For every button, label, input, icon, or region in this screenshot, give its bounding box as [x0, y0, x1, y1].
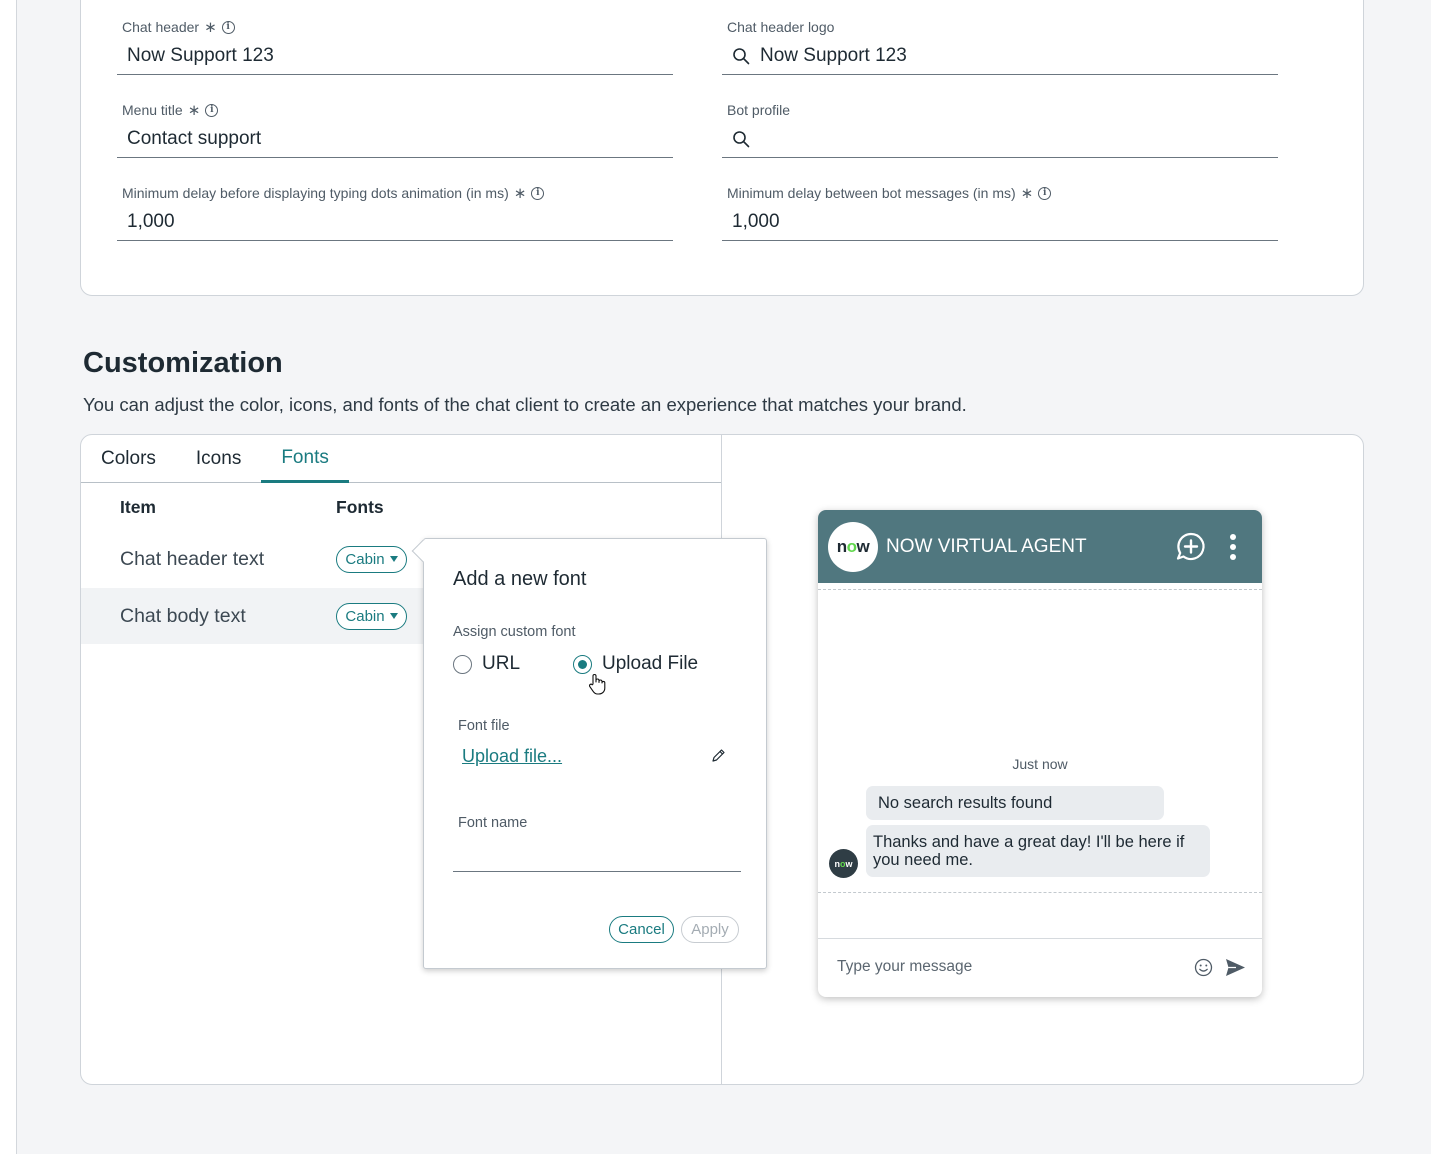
send-icon[interactable]: [1225, 958, 1246, 977]
chat-preview-widget: now NOW VIRTUAL AGENT Just now No search…: [818, 510, 1262, 997]
bot-profile-label: Bot profile: [727, 102, 791, 118]
cancel-button[interactable]: Cancel: [609, 916, 674, 943]
bot-message-bubble: No search results found: [866, 786, 1164, 821]
customization-tabs: Colors Icons Fonts: [81, 435, 721, 483]
chat-header-logo-label: Chat header logo: [727, 19, 835, 35]
page-left-edge: [0, 0, 17, 1154]
font-select-button[interactable]: Cabin: [336, 545, 407, 573]
new-chat-icon[interactable]: [1174, 530, 1208, 564]
search-icon: [733, 47, 750, 64]
chat-header-input[interactable]: Now Support 123: [117, 37, 673, 75]
typing-delay-field: Minimum delay before displaying typing d…: [117, 183, 673, 241]
bot-message-delay-label: Minimum delay between bot messages (in m…: [727, 185, 1016, 201]
chat-header-logo-field: Chat header logo Now Support 123: [722, 17, 1278, 75]
caret-down-icon: [389, 613, 398, 619]
bot-message-delay-value: 1,000: [732, 210, 780, 232]
customization-title: Customization: [83, 347, 283, 379]
search-icon: [733, 130, 750, 147]
chat-header-value: Now Support 123: [127, 44, 274, 66]
menu-title-label: Menu title: [122, 102, 183, 118]
font-file-label: Font file: [458, 718, 510, 734]
chat-preview-title: NOW VIRTUAL AGENT: [886, 536, 1087, 557]
upload-file-link[interactable]: Upload file...: [462, 746, 562, 767]
bot-message-text: Thanks and have a great day! I'll be her…: [873, 833, 1185, 870]
font-name-label: Font name: [458, 815, 528, 831]
menu-title-value: Contact support: [127, 127, 262, 149]
hand-cursor-icon: [588, 674, 606, 695]
font-select-value: Cabin: [345, 607, 385, 625]
popover-title: Add a new font: [453, 568, 587, 590]
radio-upload-file[interactable]: Upload File: [573, 653, 698, 675]
font-select-value: Cabin: [345, 550, 385, 568]
bot-message-delay-input[interactable]: 1,000: [722, 203, 1278, 241]
menu-title-input[interactable]: Contact support: [117, 120, 673, 158]
info-icon[interactable]: i: [205, 103, 219, 117]
required-marker: ∗: [187, 101, 201, 119]
bot-message-text: No search results found: [878, 794, 1053, 812]
radio-url[interactable]: URL: [453, 653, 520, 675]
more-options-icon[interactable]: [1223, 532, 1243, 562]
bot-profile-input[interactable]: [722, 120, 1278, 158]
assign-font-label: Assign custom font: [453, 624, 576, 640]
chat-header-logo-value: Now Support 123: [760, 44, 907, 66]
menu-title-field: Menu title ∗ i Contact support: [117, 100, 673, 158]
info-icon[interactable]: i: [1038, 186, 1052, 200]
row-item-label: Chat header text: [120, 547, 265, 570]
message-timestamp: Just now: [1012, 756, 1068, 772]
chat-header-label: Chat header: [122, 19, 200, 35]
message-composer: Type your message: [818, 938, 1262, 997]
bot-message-bubble: Thanks and have a great day! I'll be her…: [866, 825, 1210, 878]
required-marker: ∗: [513, 184, 527, 202]
radio-url-circle[interactable]: [453, 654, 472, 674]
caret-down-icon: [389, 556, 398, 562]
apply-button[interactable]: Apply: [681, 916, 739, 943]
tab-fonts[interactable]: Fonts: [261, 435, 349, 483]
message-input[interactable]: Type your message: [837, 958, 972, 976]
chat-preview-header: now NOW VIRTUAL AGENT: [818, 510, 1262, 583]
radio-upload-circle[interactable]: [573, 654, 592, 674]
bot-profile-field: Bot profile: [722, 100, 1278, 158]
typing-delay-value: 1,000: [127, 210, 175, 232]
required-marker: ∗: [1020, 184, 1034, 202]
tab-icons[interactable]: Icons: [176, 435, 261, 483]
column-header-item: Item: [120, 497, 156, 517]
divider: [818, 892, 1262, 893]
chat-header-field: Chat header ∗ i Now Support 123: [117, 17, 673, 75]
pencil-icon[interactable]: [711, 748, 726, 763]
add-font-popover: Add a new font Assign custom font URL Up…: [411, 538, 767, 969]
font-select-button[interactable]: Cabin: [336, 602, 407, 630]
info-icon[interactable]: i: [221, 20, 235, 34]
bot-message-delay-field: Minimum delay between bot messages (in m…: [722, 183, 1278, 241]
chat-header-logo-input[interactable]: Now Support 123: [722, 37, 1278, 75]
typing-delay-label: Minimum delay before displaying typing d…: [122, 185, 509, 201]
row-item-label: Chat body text: [120, 604, 246, 627]
emoji-icon[interactable]: [1194, 958, 1213, 977]
chat-settings-card: Chat header ∗ i Now Support 123 Chat hea…: [80, 0, 1364, 296]
radio-upload-label: Upload File: [602, 653, 699, 674]
info-icon[interactable]: i: [531, 186, 545, 200]
required-marker: ∗: [204, 18, 217, 36]
column-header-fonts: Fonts: [336, 497, 384, 517]
tab-colors[interactable]: Colors: [81, 435, 176, 483]
font-name-input[interactable]: [453, 871, 741, 872]
customization-description: You can adjust the color, icons, and fon…: [83, 394, 967, 415]
bot-avatar: now: [829, 849, 858, 878]
divider: [818, 589, 1262, 590]
typing-delay-input[interactable]: 1,000: [117, 203, 673, 241]
radio-url-label: URL: [482, 653, 521, 674]
now-logo: now: [828, 522, 878, 572]
